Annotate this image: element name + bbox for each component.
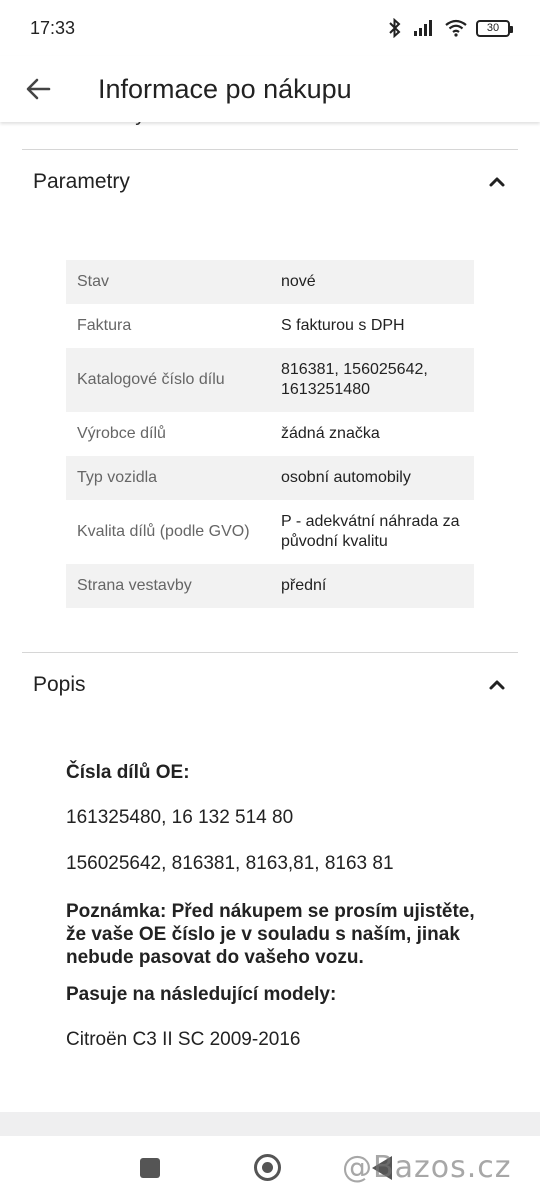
home-button[interactable] (254, 1154, 281, 1181)
bluetooth-icon (389, 18, 401, 38)
oe-numbers-heading: Čísla dílů OE: (66, 762, 190, 783)
param-value: P - adekvátní náhrada za původní kvalitu (281, 513, 460, 550)
oe-numbers-line: 161325480, 16 132 514 80 (66, 807, 294, 828)
home-dot-icon (262, 1162, 273, 1173)
section-title: Popis (33, 673, 86, 696)
table-row: Stav nové (66, 260, 474, 304)
param-label: Výrobce dílů (77, 425, 166, 442)
chevron-up-icon[interactable] (485, 170, 509, 194)
table-row: Katalogové číslo dílu 816381, 156025642,… (66, 348, 474, 412)
table-row: Strana vestavby přední (66, 564, 474, 608)
parameters-table: Stav nové Faktura S fakturou s DPH Katal… (66, 260, 474, 608)
param-value: žádná značka (281, 425, 380, 442)
app-bar: Informace po nákupu (0, 56, 540, 122)
param-label: Faktura (77, 317, 132, 334)
section-title: Parametry (33, 170, 130, 193)
footer-strip (0, 1112, 540, 1138)
section-header-parametry[interactable]: Parametry (33, 170, 509, 194)
arrow-back-icon (26, 78, 51, 100)
compatible-models-heading: Pasuje na následující modely: (66, 984, 337, 1005)
chevron-up-icon[interactable] (485, 673, 509, 697)
table-row: Kvalita dílů (podle GVO) P - adekvátní n… (66, 500, 474, 564)
param-label: Strana vestavby (77, 577, 192, 594)
param-label: Typ vozidla (77, 469, 158, 486)
oe-numbers-line: 156025642, 816381, 8163,81, 8163 81 (66, 853, 394, 874)
page-title: Informace po nákupu (98, 73, 352, 104)
param-value: 816381, 156025642, 1613251480 (281, 361, 428, 398)
divider (22, 149, 518, 150)
param-value: přední (281, 577, 327, 594)
param-value: nové (281, 273, 316, 290)
fitment-note: Poznámka: Před nákupem se prosím ujistět… (66, 901, 475, 968)
back-button[interactable] (8, 59, 68, 119)
param-value: S fakturou s DPH (281, 317, 405, 334)
table-row: Faktura S fakturou s DPH (66, 304, 474, 348)
table-row: Výrobce dílů žádná značka (66, 412, 474, 456)
recents-button[interactable] (140, 1158, 160, 1178)
param-label: Kvalita dílů (podle GVO) (77, 523, 250, 540)
status-bar: 17:33 30 (0, 0, 540, 56)
signal-icon (414, 20, 432, 36)
param-label: Katalogové číslo dílu (77, 371, 225, 388)
divider (22, 652, 518, 653)
battery-level: 30 (486, 22, 500, 34)
table-row: Typ vozidla osobní automobily (66, 456, 474, 500)
wifi-icon (445, 19, 467, 37)
compatible-models: Citroën C3 II SC 2009-2016 (66, 1029, 301, 1050)
section-header-popis[interactable]: Popis (33, 673, 509, 697)
status-time: 17:33 (30, 17, 76, 38)
param-label: Stav (77, 273, 110, 290)
battery-icon: 30 (476, 19, 513, 37)
watermark: @Bazos.cz (342, 1150, 512, 1185)
param-value: osobní automobily (281, 469, 411, 486)
status-icons: 30 (386, 18, 513, 38)
